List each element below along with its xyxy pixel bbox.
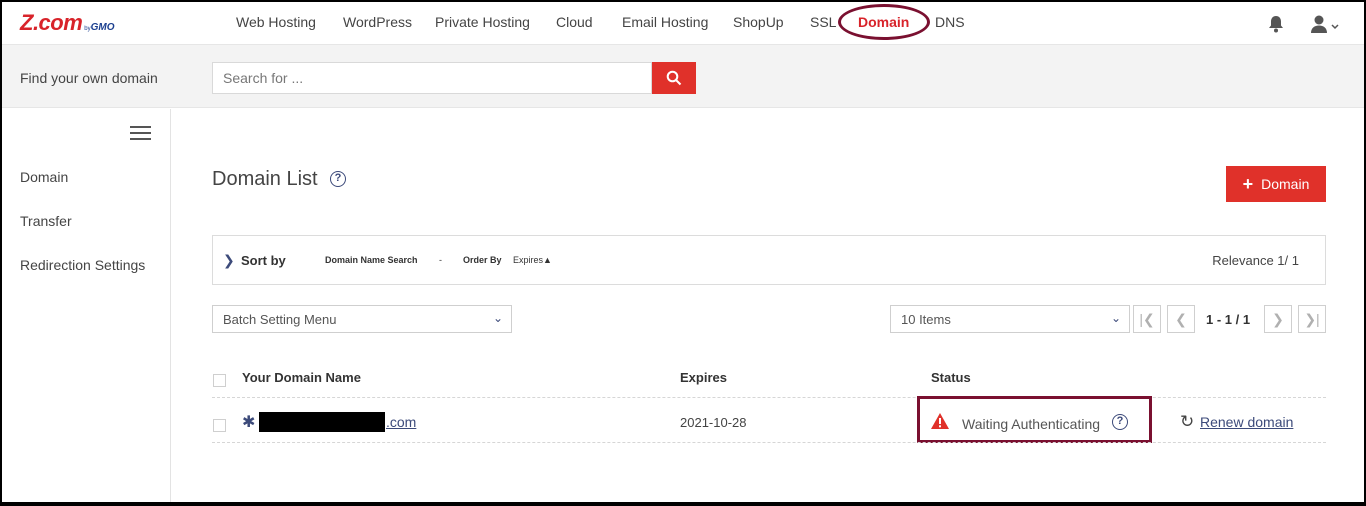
sidebar-item-transfer[interactable]: Transfer <box>20 213 72 229</box>
sort-separator: - <box>439 255 442 265</box>
logo-text: Z.com <box>20 10 83 35</box>
zcom-logo[interactable]: Z.com by GMO <box>20 10 115 35</box>
sort-by-toggle[interactable]: Sort by <box>241 253 286 268</box>
items-per-page-select[interactable]: 10 Items ⌄ <box>890 305 1130 333</box>
add-domain-button[interactable]: + Domain <box>1226 166 1326 202</box>
hamburger-menu-icon[interactable] <box>130 126 151 140</box>
nav-ssl[interactable]: SSL <box>810 14 836 30</box>
domain-highlight-ellipse <box>838 4 930 40</box>
nav-shopup[interactable]: ShopUp <box>733 14 784 30</box>
pagination-text: 1 - 1 / 1 <box>1206 312 1251 327</box>
order-by-value: Expires▲ <box>513 255 552 265</box>
row-divider <box>212 442 1326 443</box>
header-status: Status <box>931 370 971 385</box>
top-navigation: Z.com by GMO Web Hosting WordPress Priva… <box>2 2 1364 44</box>
first-page-button[interactable]: |❮ <box>1133 305 1161 333</box>
nav-email-hosting[interactable]: Email Hosting <box>622 14 708 30</box>
plus-icon: + <box>1242 174 1254 194</box>
expires-date: 2021-10-28 <box>680 415 747 430</box>
row-checkbox[interactable] <box>213 419 226 432</box>
help-icon[interactable]: ? <box>330 171 346 187</box>
nav-web-hosting[interactable]: Web Hosting <box>236 14 316 30</box>
domain-name-link[interactable]: .com <box>386 414 416 430</box>
nav-wordpress[interactable]: WordPress <box>343 14 412 30</box>
items-per-page-label: 10 Items <box>901 312 951 327</box>
select-all-checkbox[interactable] <box>213 374 226 387</box>
order-by-label: Order By <box>463 255 502 265</box>
app-window: Z.com by GMO Web Hosting WordPress Priva… <box>2 2 1364 502</box>
domain-name-search-label: Domain Name Search <box>325 255 418 265</box>
refresh-icon: ↻ <box>1180 412 1195 431</box>
header-domain-name: Your Domain Name <box>242 370 361 385</box>
sidebar: Domain Transfer Redirection Settings <box>2 109 171 502</box>
search-label: Find your own domain <box>20 70 158 86</box>
warning-icon <box>930 412 950 435</box>
next-page-button[interactable]: ❯ <box>1264 305 1292 333</box>
help-icon[interactable]: ? <box>1112 414 1128 430</box>
last-page-button[interactable]: ❯| <box>1298 305 1326 333</box>
header-expires: Expires <box>680 370 727 385</box>
domain-search-input[interactable] <box>212 62 652 94</box>
chevron-down-icon: ⌄ <box>492 311 503 325</box>
redacted-domain-name <box>259 412 385 432</box>
chevron-right-icon[interactable]: ❯ <box>223 252 235 269</box>
status-text: Waiting Authenticating <box>962 416 1101 432</box>
user-menu[interactable] <box>1310 14 1342 34</box>
batch-setting-label: Batch Setting Menu <box>223 312 337 327</box>
bell-icon[interactable] <box>1266 14 1286 34</box>
domain-search-bar: Find your own domain <box>2 44 1364 108</box>
prev-page-button[interactable]: ❮ <box>1167 305 1195 333</box>
chevron-down-icon <box>1331 24 1339 30</box>
page-title: Domain List <box>212 168 318 190</box>
batch-setting-menu[interactable]: Batch Setting Menu ⌄ <box>212 305 512 333</box>
user-icon <box>1311 15 1327 33</box>
add-domain-label: Domain <box>1261 176 1310 192</box>
nav-dns[interactable]: DNS <box>935 14 965 30</box>
gear-icon[interactable]: ✱ <box>242 412 255 432</box>
row-divider <box>212 397 1326 398</box>
nav-cloud[interactable]: Cloud <box>556 14 593 30</box>
sort-panel: ❯ Sort by Domain Name Search - Order By … <box>212 235 1326 285</box>
relevance-indicator: Relevance 1/ 1 <box>1212 253 1299 268</box>
search-icon <box>666 70 682 86</box>
sidebar-item-domain[interactable]: Domain <box>20 169 68 185</box>
logo-gmo: GMO <box>90 22 115 33</box>
sidebar-item-redirection-settings[interactable]: Redirection Settings <box>20 257 145 273</box>
nav-private-hosting[interactable]: Private Hosting <box>435 14 530 30</box>
renew-domain-link[interactable]: Renew domain <box>1200 414 1293 430</box>
search-button[interactable] <box>652 62 696 94</box>
chevron-down-icon: ⌄ <box>1110 311 1121 325</box>
